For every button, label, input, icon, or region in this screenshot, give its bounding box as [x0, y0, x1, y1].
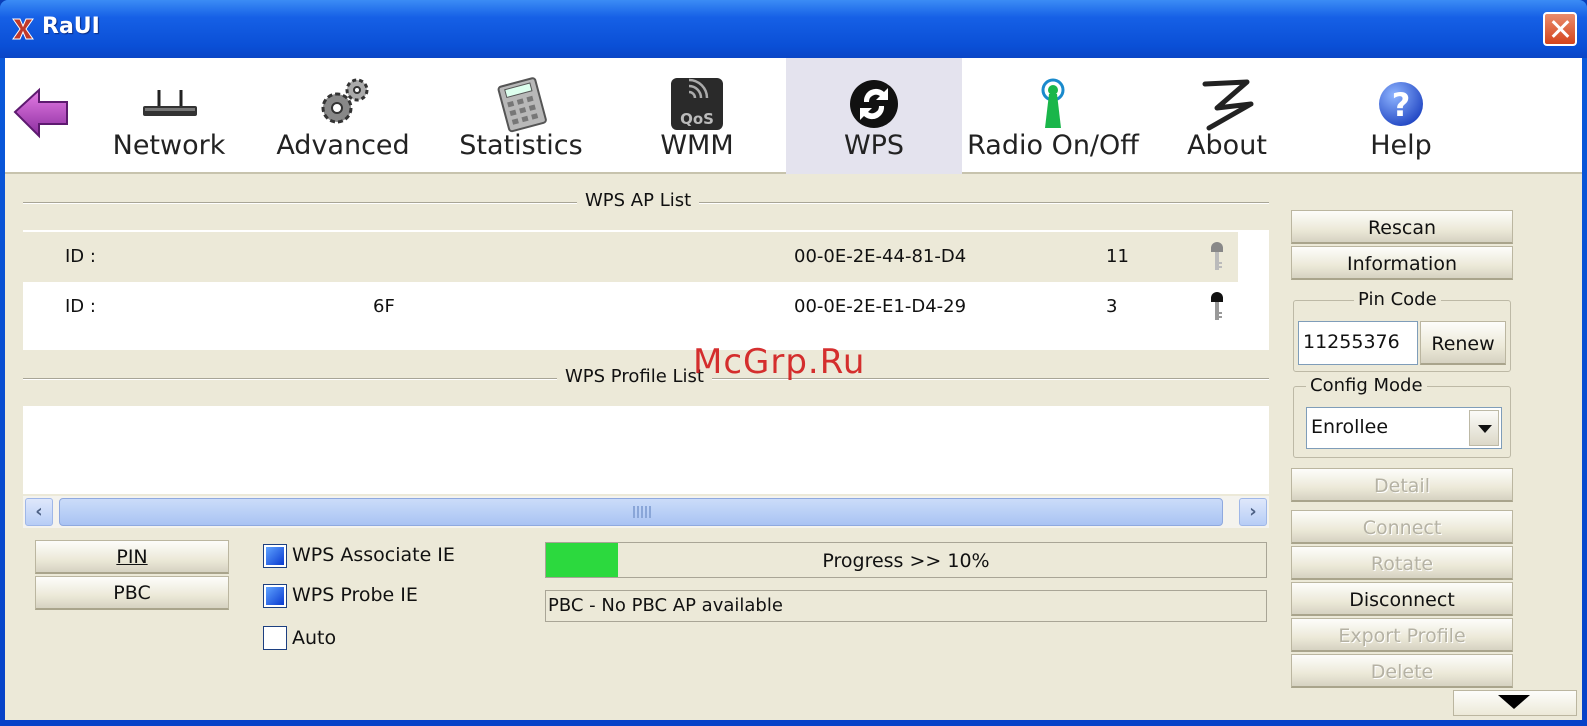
pin-button[interactable]: PIN	[35, 540, 229, 574]
pin-button-label: PIN	[116, 546, 148, 568]
auto-checkbox[interactable]	[263, 626, 287, 650]
scroll-thumb[interactable]	[59, 498, 1223, 526]
detail-button[interactable]: Detail	[1291, 468, 1513, 502]
probe-ie-label: WPS Probe IE	[292, 584, 418, 606]
pin-code-legend: Pin Code	[1354, 289, 1441, 310]
toolbar-wps[interactable]: WPS	[786, 58, 962, 174]
ap-list-title: WPS AP List	[577, 190, 700, 211]
renew-button[interactable]: Renew	[1420, 321, 1506, 365]
toolbar-advanced[interactable]: Advanced	[273, 58, 413, 174]
config-mode-select[interactable]: Enrollee	[1306, 407, 1502, 449]
ap-bssid: 00-0E-2E-44-81-D4	[794, 246, 967, 267]
progress-bar: Progress >> 10%	[545, 542, 1267, 578]
watermark-text: McGrp.Ru	[693, 342, 866, 382]
ap-channel: 3	[1106, 296, 1118, 317]
toolbar: Network Advanced Statistics QoS WMM WPS …	[5, 58, 1582, 174]
app-logo-icon	[12, 18, 34, 40]
key-icon	[1211, 292, 1223, 320]
associate-ie-label: WPS Associate IE	[292, 544, 455, 566]
ap-bssid: 00-0E-2E-E1-D4-29	[794, 296, 967, 317]
ap-channel: 11	[1106, 246, 1129, 267]
export-profile-button[interactable]: Export Profile	[1291, 618, 1513, 652]
title-bar[interactable]: RaUI	[0, 0, 1587, 58]
toolbar-radio-label: Radio On/Off	[967, 130, 1139, 161]
close-button[interactable]	[1543, 12, 1577, 46]
dropdown-arrow-icon[interactable]	[1469, 410, 1499, 446]
pin-code-group: Pin Code 11255376 Renew	[1293, 289, 1511, 372]
toolbar-about-label: About	[1187, 130, 1267, 161]
delete-button[interactable]: Delete	[1291, 654, 1513, 688]
toolbar-statistics-label: Statistics	[459, 130, 583, 161]
scroll-right-button[interactable]: ›	[1239, 498, 1267, 526]
svg-text:?: ?	[1392, 86, 1411, 124]
auto-label: Auto	[292, 627, 337, 649]
rescan-button[interactable]: Rescan	[1291, 210, 1513, 244]
toolbar-advanced-label: Advanced	[276, 130, 410, 161]
wps-ap-list[interactable]: ID : 00-0E-2E-44-81-D4 11 ID : 6F 00-0E-…	[23, 230, 1269, 350]
horizontal-scrollbar[interactable]: ‹ ›	[23, 496, 1269, 528]
toolbar-radio[interactable]: Radio On/Off	[960, 58, 1146, 174]
client-area: Network Advanced Statistics QoS WMM WPS …	[5, 58, 1582, 720]
scroll-left-button[interactable]: ‹	[25, 498, 53, 526]
more-down-arrow-icon[interactable]	[1453, 690, 1577, 716]
wps-icon	[850, 80, 898, 128]
ap-id-label: ID :	[65, 246, 96, 267]
toolbar-help-label: Help	[1370, 130, 1432, 161]
toolbar-network-label: Network	[112, 130, 226, 161]
config-mode-value: Enrollee	[1311, 416, 1389, 438]
rotate-button[interactable]: Rotate	[1291, 546, 1513, 580]
progress-text: Progress >> 10%	[822, 550, 990, 572]
status-text: PBC - No PBC AP available	[545, 590, 1267, 622]
window-title: RaUI	[42, 14, 100, 39]
pbc-button[interactable]: PBC	[35, 576, 229, 610]
pin-code-field[interactable]: 11255376	[1298, 321, 1418, 365]
help-icon: ?	[1379, 82, 1423, 126]
toolbar-wmm[interactable]: QoS WMM	[627, 58, 767, 174]
associate-ie-checkbox[interactable]	[263, 544, 287, 568]
qos-icon: QoS	[671, 78, 723, 130]
app-window: RaUI Network Advanced Statistics QoS WMM…	[0, 0, 1587, 726]
config-mode-group: Config Mode Enrollee	[1293, 375, 1511, 458]
disconnect-button[interactable]: Disconnect	[1291, 582, 1513, 616]
toolbar-wps-label: WPS	[843, 130, 905, 161]
ap-name: 6F	[373, 296, 395, 317]
wps-profile-list[interactable]	[23, 406, 1269, 494]
ap-row[interactable]: ID : 6F 00-0E-2E-E1-D4-29 3	[23, 282, 1238, 332]
svg-text:QoS: QoS	[680, 110, 714, 128]
calculator-icon	[497, 77, 547, 133]
toolbar-help[interactable]: ? Help	[1331, 58, 1471, 174]
probe-ie-checkbox[interactable]	[263, 584, 287, 608]
ap-row[interactable]: ID : 00-0E-2E-44-81-D4 11	[23, 232, 1238, 282]
scroll-grip-icon	[633, 506, 651, 518]
toolbar-about[interactable]: About	[1157, 58, 1297, 174]
about-logo-icon	[1202, 79, 1254, 131]
ap-id-label: ID :	[65, 296, 96, 317]
config-mode-legend: Config Mode	[1306, 375, 1427, 396]
router-icon	[143, 90, 197, 116]
toolbar-statistics[interactable]: Statistics	[451, 58, 591, 174]
back-arrow-icon[interactable]	[11, 82, 71, 142]
pbc-button-label: PBC	[113, 582, 151, 604]
connect-button[interactable]: Connect	[1291, 510, 1513, 544]
profile-list-title: WPS Profile List	[557, 366, 712, 387]
gears-icon	[321, 78, 369, 124]
information-button[interactable]: Information	[1291, 246, 1513, 280]
key-icon	[1211, 242, 1223, 270]
toolbar-wmm-label: WMM	[660, 130, 734, 161]
antenna-icon	[1041, 78, 1065, 128]
toolbar-network[interactable]: Network	[99, 58, 239, 174]
